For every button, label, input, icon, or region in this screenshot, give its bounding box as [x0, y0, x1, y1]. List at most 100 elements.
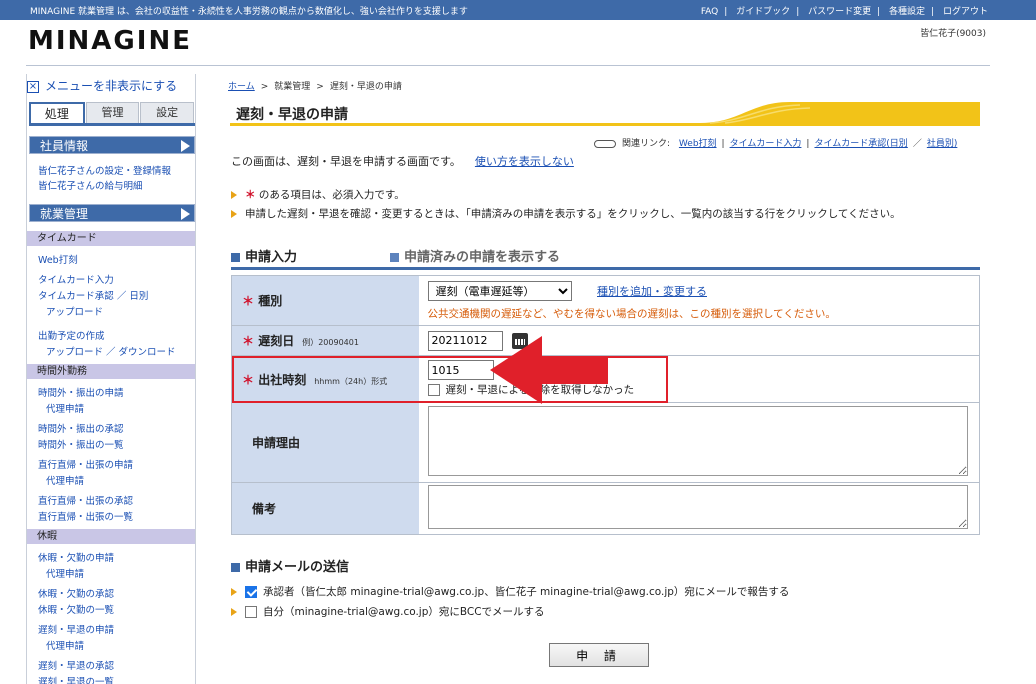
tab-process[interactable]: 処理: [29, 102, 85, 123]
sidebar-section-employee-label: 社員情報: [40, 139, 89, 153]
sidebar-item-overtime-proxy[interactable]: 代理申請: [46, 401, 84, 415]
sidebar-category-timecard: タイムカード: [27, 231, 195, 246]
breadcrumb-separator: >: [316, 82, 324, 92]
type-select[interactable]: 遅刻（電車遅延等）: [427, 281, 572, 301]
bullet-triangle-icon: [231, 588, 237, 596]
type-hint: 公共交通機関の遅延など、やむを得ない場合の遅刻は、この種別を選択してください。: [427, 308, 836, 320]
hide-menu-toggle[interactable]: × メニューを非表示にする: [27, 77, 197, 93]
bullet-triangle-icon: [231, 210, 237, 218]
hide-usage-link[interactable]: 使い方を表示しない: [475, 155, 574, 168]
sidebar-item-schedule-updown[interactable]: アップロード ／ ダウンロード: [46, 344, 176, 358]
required-mark: ＊: [245, 189, 256, 201]
intro-text: この画面は、遅刻・早退を申請する画面です。: [231, 155, 461, 168]
related-timecard-input-link[interactable]: タイムカード入力: [730, 139, 802, 149]
sidebar-section-work-label: 就業管理: [40, 207, 89, 221]
red-arrow-icon: [490, 336, 608, 404]
expand-arrow-icon: [181, 208, 190, 220]
sidebar-item-overtime-request[interactable]: 時間外・振出の申請: [38, 385, 124, 399]
form-top-rule: [231, 267, 980, 270]
type-label: 種別: [258, 294, 283, 308]
user-name: 皆仁花子(9003): [920, 29, 986, 39]
type-value-cell: 遅刻（電車遅延等） 種別を追加・変更する 公共交通機関の遅延など、やむを得ない場…: [418, 275, 980, 326]
tagline: MINAGINE 就業管理 は、会社の収益性・永続性を人事労務の観点から数値化し…: [30, 7, 468, 17]
settings-link[interactable]: 各種設定: [889, 7, 925, 17]
sidebar-item-direct-list[interactable]: 直行直帰・出張の一覧: [38, 509, 133, 523]
tab-settings[interactable]: 設定: [140, 102, 195, 123]
type-label-cell: ＊ 種別: [231, 275, 419, 326]
sidebar-item-leave-request[interactable]: 休暇・欠勤の申請: [38, 550, 114, 564]
remarks-label: 備考: [252, 502, 277, 516]
section-input-heading: 申請入力: [231, 246, 297, 265]
page-title: 遅刻・早退の申請: [236, 107, 348, 123]
sidebar: × メニューを非表示にする 処理 管理 設定 社員情報 皆仁花子さんの設定・登録情…: [26, 74, 196, 684]
hide-menu-label: メニューを非表示にする: [45, 79, 178, 93]
breadcrumb-work: 就業管理: [274, 82, 311, 92]
related-links: 関連リンク: Web打刻 | タイムカード入力 | タイムカード承認(日別／社員別): [594, 136, 957, 149]
bcc-self-label: 自分（minagine-trial@awg.co.jp）宛にBCCでメールする: [263, 606, 545, 618]
mail-self-row: 自分（minagine-trial@awg.co.jp）宛にBCCでメールする: [231, 604, 545, 619]
reason-value-cell: [418, 402, 980, 483]
sidebar-item-late-request[interactable]: 遅刻・早退の申請: [38, 622, 114, 636]
breadcrumb-current: 遅刻・早退の申請: [329, 82, 402, 92]
link-chain-icon: [594, 139, 616, 148]
sidebar-item-late-list[interactable]: 遅刻・早退の一覧: [38, 674, 114, 684]
sidebar-item-leave-approve[interactable]: 休暇・欠勤の承認: [38, 586, 114, 600]
breadcrumb: ホーム > 就業管理 > 遅刻・早退の申請: [228, 79, 402, 92]
password-change-link[interactable]: パスワード変更: [808, 7, 871, 17]
submit-button[interactable]: 申 請: [549, 643, 649, 667]
sidebar-item-late-proxy[interactable]: 代理申請: [46, 638, 84, 652]
reason-label: 申請理由: [252, 436, 301, 450]
bullet-triangle-icon: [231, 608, 237, 616]
notify-approver-checkbox[interactable]: [245, 586, 257, 598]
tab-manage[interactable]: 管理: [85, 102, 140, 123]
sidebar-section-employee[interactable]: 社員情報: [29, 136, 195, 154]
sidebar-item-overtime-list[interactable]: 時間外・振出の一覧: [38, 437, 124, 451]
form-row-reason: 申請理由: [231, 402, 980, 483]
bcc-self-checkbox[interactable]: [245, 606, 257, 618]
related-timecard-approve-employee-link[interactable]: 社員別): [927, 139, 958, 149]
sidebar-item-employee-settings[interactable]: 皆仁花子さんの設定・登録情報: [38, 163, 171, 177]
sidebar-category-overtime: 時間外勤務: [27, 364, 195, 379]
confirm-note-text: 申請した遅刻・早退を確認・変更するときは、「申請済みの申請を表示する」をクリック…: [245, 208, 901, 220]
reason-label-cell: 申請理由: [231, 402, 419, 483]
sidebar-item-direct-approve[interactable]: 直行直帰・出張の承認: [38, 493, 133, 507]
sidebar-item-direct-proxy[interactable]: 代理申請: [46, 473, 84, 487]
form-row-remarks: 備考: [231, 482, 980, 535]
sidebar-item-timecard-upload[interactable]: アップロード: [46, 304, 103, 318]
edit-types-link[interactable]: 種別を追加・変更する: [597, 285, 707, 298]
breadcrumb-home[interactable]: ホーム: [228, 82, 255, 92]
related-timecard-approve-daily-link[interactable]: タイムカード承認(日別: [814, 139, 907, 149]
faq-link[interactable]: FAQ: [701, 7, 718, 17]
notify-approver-label: 承認者（皆仁太郎 minagine-trial@awg.co.jp、皆仁花子 m…: [263, 586, 790, 598]
reason-textarea[interactable]: [427, 406, 968, 476]
remarks-value-cell: [418, 482, 980, 535]
sidebar-section-work[interactable]: 就業管理: [29, 204, 195, 222]
sidebar-item-leave-list[interactable]: 休暇・欠勤の一覧: [38, 602, 114, 616]
sidebar-item-timecard-input[interactable]: タイムカード入力: [38, 272, 114, 286]
sidebar-item-timecard-approve[interactable]: タイムカード承認 ／ 日別: [38, 288, 148, 302]
sidebar-item-late-approve[interactable]: 遅刻・早退の承認: [38, 658, 114, 672]
sidebar-item-web-clock[interactable]: Web打刻: [38, 252, 78, 266]
remarks-textarea[interactable]: [427, 485, 968, 529]
date-label-cell: ＊ 遅刻日 例）20090401: [231, 325, 419, 356]
breadcrumb-separator: >: [260, 82, 269, 92]
top-links: FAQ | ガイドブック | パスワード変更 | 各種設定 | ログアウト: [700, 7, 988, 17]
mail-heading: 申請メールの送信: [231, 556, 349, 575]
sidebar-item-schedule[interactable]: 出勤予定の作成: [38, 328, 105, 342]
square-bullet-icon: [231, 253, 240, 262]
guidebook-link[interactable]: ガイドブック: [736, 7, 790, 17]
show-applied-label: 申請済みの申請を表示する: [404, 250, 561, 265]
sidebar-item-payslip[interactable]: 皆仁花子さんの給与明細: [38, 178, 143, 192]
sidebar-item-direct-request[interactable]: 直行直帰・出張の申請: [38, 457, 133, 471]
expand-arrow-icon: [181, 140, 190, 152]
logout-link[interactable]: ログアウト: [943, 7, 988, 17]
show-applied-tab[interactable]: 申請済みの申請を表示する: [390, 246, 560, 265]
sidebar-item-overtime-approve[interactable]: 時間外・振出の承認: [38, 421, 124, 435]
logo: MINAGINE: [28, 26, 192, 56]
sidebar-item-leave-proxy[interactable]: 代理申請: [46, 566, 84, 580]
mail-heading-label: 申請メールの送信: [245, 560, 350, 575]
date-label: 遅刻日: [258, 334, 295, 348]
intro: この画面は、遅刻・早退を申請する画面です。 使い方を表示しない: [231, 153, 574, 169]
square-bullet-icon: [390, 253, 399, 262]
related-web-clock-link[interactable]: Web打刻: [679, 139, 717, 149]
